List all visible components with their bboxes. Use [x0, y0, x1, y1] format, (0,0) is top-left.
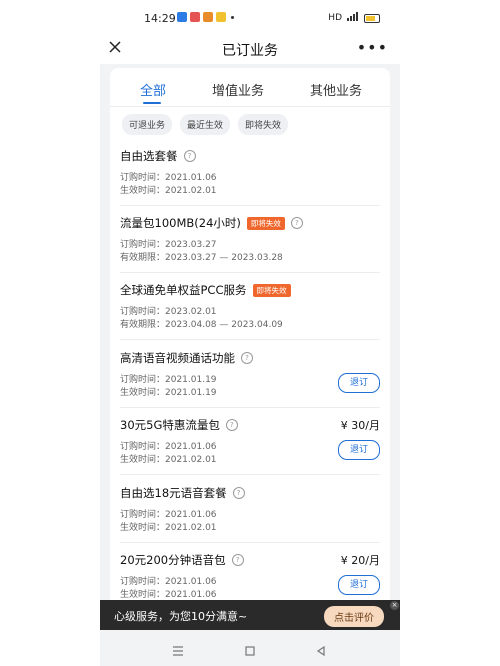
divider: [120, 205, 380, 206]
help-icon[interactable]: ?: [241, 352, 253, 364]
item-title: 高清语音视频通话功能: [120, 351, 235, 365]
notification-icons: [177, 12, 234, 22]
item-order-time: 订购时间：2021.01.06: [120, 173, 217, 183]
unsubscribe-button[interactable]: 退订: [338, 575, 380, 595]
chip-refundable[interactable]: 可退业务: [122, 114, 173, 135]
chip-recent-effective[interactable]: 最近生效: [180, 114, 231, 135]
expiring-badge: 即将失效: [252, 283, 291, 297]
item-price: ¥ 20/月: [340, 554, 380, 567]
status-right: HD: [328, 12, 380, 24]
rate-button[interactable]: 点击评价: [324, 606, 384, 627]
help-icon[interactable]: ?: [225, 419, 238, 431]
list-item[interactable]: 全球通免单权益PCC服务 即将失效 订购时间：2023.02.01 有效期限：2…: [110, 282, 390, 340]
tab-bar: 全部 增值业务 其他业务: [110, 68, 390, 107]
item-order-time: 订购时间：2021.01.06: [120, 577, 217, 587]
battery-icon: [364, 13, 380, 23]
active-tab-indicator: [143, 102, 161, 104]
app-notification-icon: [216, 12, 226, 22]
page-title: 已订业务: [222, 43, 278, 59]
help-icon[interactable]: ?: [183, 150, 196, 162]
app-notification-icon: [177, 12, 187, 22]
app-header: 已订业务 •••: [100, 34, 400, 64]
app-notification-icon: [203, 12, 213, 22]
tab-value-added[interactable]: 增值业务: [212, 80, 264, 99]
signal-icon: [347, 12, 359, 24]
status-bar: 14:29 HD: [100, 0, 400, 34]
item-title: 全球通免单权益PCC服务: [120, 283, 247, 297]
menu-nav-icon[interactable]: [172, 641, 184, 660]
expiring-badge: 即将失效: [246, 216, 285, 230]
item-price: ¥ 30/月: [340, 419, 380, 432]
item-title-row: 全球通免单权益PCC服务 即将失效: [120, 282, 291, 298]
item-title: 流量包100MB(24小时): [120, 216, 241, 230]
feedback-text: 心级服务，为您10分满意~: [114, 610, 248, 623]
unsubscribe-button[interactable]: 退订: [338, 373, 380, 393]
item-order-time: 订购时间：2023.03.27: [120, 240, 217, 250]
item-order-time: 订购时间：2021.01.19: [120, 375, 217, 385]
help-icon[interactable]: ?: [232, 487, 245, 499]
item-validity-period: 有效期限：2023.03.27 — 2023.03.28: [120, 253, 283, 263]
home-nav-icon[interactable]: [245, 641, 255, 660]
item-title: 30元5G特惠流量包: [120, 418, 220, 432]
divider: [120, 407, 380, 408]
item-effective-time: 生效时间：2021.02.01: [120, 523, 217, 533]
item-title-row: 流量包100MB(24小时) 即将失效 ?: [120, 215, 303, 231]
item-validity-period: 有效期限：2023.04.08 — 2023.04.09: [120, 320, 283, 330]
divider: [120, 474, 380, 475]
tab-all[interactable]: 全部: [140, 80, 166, 99]
list-item[interactable]: 流量包100MB(24小时) 即将失效 ? 订购时间：2023.03.27 有效…: [110, 215, 390, 273]
divider: [120, 339, 380, 340]
item-order-time: 订购时间：2023.02.01: [120, 307, 217, 317]
system-nav-bar: [100, 630, 400, 666]
item-title-row: 自由选套餐 ?: [120, 148, 196, 164]
filter-chips: 可退业务 最近生效 即将失效: [122, 114, 289, 135]
more-notifications-dot: [231, 15, 234, 19]
close-banner-icon[interactable]: ×: [390, 601, 399, 610]
item-effective-time: 生效时间：2021.02.01: [120, 455, 217, 465]
divider: [120, 272, 380, 273]
item-title-row: 高清语音视频通话功能 ?: [120, 350, 253, 366]
list-item[interactable]: 高清语音视频通话功能 ? 订购时间：2021.01.19 生效时间：2021.0…: [110, 350, 390, 408]
item-title-row: 30元5G特惠流量包 ?: [120, 417, 238, 433]
unsubscribe-button[interactable]: 退订: [338, 440, 380, 460]
item-title: 自由选18元语音套餐: [120, 486, 227, 500]
chip-expiring[interactable]: 即将失效: [238, 114, 289, 135]
phone-screen: 14:29 HD 已订业务 ••• 全部 增值业务 其他业务 可退业务 最近生效…: [100, 0, 400, 666]
list-item[interactable]: 30元5G特惠流量包 ? ¥ 30/月 订购时间：2021.01.06 生效时间…: [110, 417, 390, 475]
item-title-row: 自由选18元语音套餐 ?: [120, 485, 245, 501]
item-order-time: 订购时间：2021.01.06: [120, 510, 217, 520]
tab-other[interactable]: 其他业务: [310, 80, 362, 99]
app-notification-icon: [190, 12, 200, 22]
divider: [120, 542, 380, 543]
status-time: 14:29: [144, 12, 176, 25]
hd-indicator: HD: [328, 13, 342, 23]
feedback-banner: 心级服务，为您10分满意~ 点击评价 ×: [100, 600, 400, 630]
item-title: 自由选套餐: [120, 149, 178, 163]
help-icon[interactable]: ?: [290, 217, 303, 229]
item-effective-time: 生效时间：2021.01.19: [120, 388, 217, 398]
list-item[interactable]: 自由选套餐 ? 订购时间：2021.01.06 生效时间：2021.02.01: [110, 148, 390, 206]
help-icon[interactable]: ?: [231, 554, 244, 566]
item-title-row: 20元200分钟语音包 ?: [120, 552, 244, 568]
item-effective-time: 生效时间：2021.01.06: [120, 590, 217, 600]
back-nav-icon[interactable]: [316, 641, 326, 660]
item-effective-time: 生效时间：2021.02.01: [120, 186, 217, 196]
item-title: 20元200分钟语音包: [120, 553, 226, 567]
list-item[interactable]: 自由选18元语音套餐 ? 订购时间：2021.01.06 生效时间：2021.0…: [110, 485, 390, 543]
item-order-time: 订购时间：2021.01.06: [120, 442, 217, 452]
more-icon[interactable]: •••: [357, 38, 388, 57]
subscriptions-card: 全部 增值业务 其他业务 可退业务 最近生效 即将失效 自由选套餐 ? 订购时间…: [110, 68, 390, 628]
